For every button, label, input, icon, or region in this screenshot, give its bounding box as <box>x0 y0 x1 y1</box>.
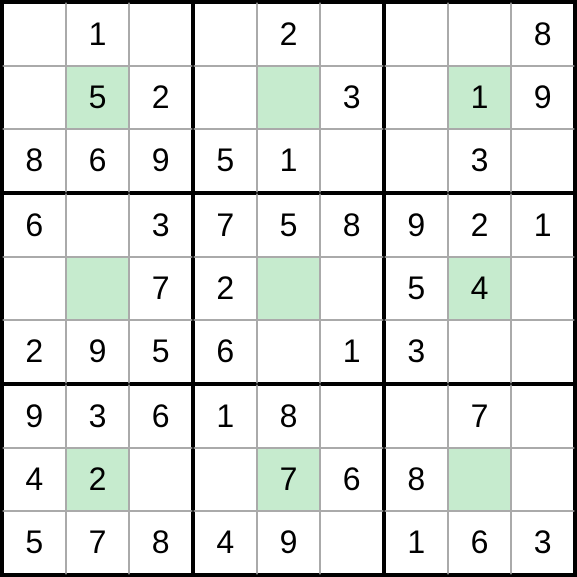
cell-r4-c0[interactable] <box>2 257 66 321</box>
cell-r2-c0[interactable]: 8 <box>2 129 66 193</box>
cell-r7-c2[interactable] <box>129 448 193 512</box>
cell-r8-c8[interactable]: 3 <box>511 511 575 575</box>
cell-r8-c0[interactable]: 5 <box>2 511 66 575</box>
cell-r5-c0[interactable]: 2 <box>2 320 66 384</box>
cell-r4-c4[interactable] <box>257 257 321 321</box>
cell-r3-c6[interactable]: 9 <box>384 193 448 257</box>
cell-r7-c5[interactable]: 6 <box>320 448 384 512</box>
cell-r8-c5[interactable] <box>320 511 384 575</box>
cell-r1-c8[interactable]: 9 <box>511 66 575 130</box>
cell-r8-c6[interactable]: 1 <box>384 511 448 575</box>
cell-r0-c3[interactable] <box>193 2 257 66</box>
cell-r1-c1[interactable]: 5 <box>66 66 130 130</box>
cell-r5-c3[interactable]: 6 <box>193 320 257 384</box>
cell-r3-c8[interactable]: 1 <box>511 193 575 257</box>
cell-r4-c5[interactable] <box>320 257 384 321</box>
sudoku-board: 1285231986951363758921725429561393618742… <box>0 0 577 577</box>
cell-r3-c4[interactable]: 5 <box>257 193 321 257</box>
cell-r2-c1[interactable]: 6 <box>66 129 130 193</box>
cell-r2-c7[interactable]: 3 <box>448 129 512 193</box>
cell-r2-c8[interactable] <box>511 129 575 193</box>
cell-r3-c3[interactable]: 7 <box>193 193 257 257</box>
cell-r7-c4[interactable]: 7 <box>257 448 321 512</box>
cell-r8-c1[interactable]: 7 <box>66 511 130 575</box>
cell-r4-c7[interactable]: 4 <box>448 257 512 321</box>
cell-r7-c8[interactable] <box>511 448 575 512</box>
cell-r1-c3[interactable] <box>193 66 257 130</box>
cell-r8-c7[interactable]: 6 <box>448 511 512 575</box>
cell-r4-c1[interactable] <box>66 257 130 321</box>
cell-r5-c8[interactable] <box>511 320 575 384</box>
cell-r2-c2[interactable]: 9 <box>129 129 193 193</box>
cell-r3-c5[interactable]: 8 <box>320 193 384 257</box>
cell-r2-c4[interactable]: 1 <box>257 129 321 193</box>
cell-r4-c2[interactable]: 7 <box>129 257 193 321</box>
cell-r6-c3[interactable]: 1 <box>193 384 257 448</box>
cell-r1-c4[interactable] <box>257 66 321 130</box>
cell-r6-c5[interactable] <box>320 384 384 448</box>
cell-r6-c6[interactable] <box>384 384 448 448</box>
cell-r7-c6[interactable]: 8 <box>384 448 448 512</box>
cell-r0-c7[interactable] <box>448 2 512 66</box>
cell-r7-c3[interactable] <box>193 448 257 512</box>
cell-r6-c7[interactable]: 7 <box>448 384 512 448</box>
cell-r8-c2[interactable]: 8 <box>129 511 193 575</box>
cell-r1-c2[interactable]: 2 <box>129 66 193 130</box>
cell-r2-c3[interactable]: 5 <box>193 129 257 193</box>
cell-r5-c5[interactable]: 1 <box>320 320 384 384</box>
cell-r2-c5[interactable] <box>320 129 384 193</box>
cell-r0-c5[interactable] <box>320 2 384 66</box>
cell-r1-c7[interactable]: 1 <box>448 66 512 130</box>
cell-r7-c1[interactable]: 2 <box>66 448 130 512</box>
cell-r0-c6[interactable] <box>384 2 448 66</box>
cell-r4-c6[interactable]: 5 <box>384 257 448 321</box>
cell-r4-c8[interactable] <box>511 257 575 321</box>
cell-r6-c0[interactable]: 9 <box>2 384 66 448</box>
cell-r4-c3[interactable]: 2 <box>193 257 257 321</box>
cell-r6-c1[interactable]: 3 <box>66 384 130 448</box>
cell-r5-c4[interactable] <box>257 320 321 384</box>
cell-r7-c0[interactable]: 4 <box>2 448 66 512</box>
cell-r5-c6[interactable]: 3 <box>384 320 448 384</box>
cell-r0-c8[interactable]: 8 <box>511 2 575 66</box>
cell-r6-c4[interactable]: 8 <box>257 384 321 448</box>
cell-r2-c6[interactable] <box>384 129 448 193</box>
cell-r0-c4[interactable]: 2 <box>257 2 321 66</box>
cell-r5-c7[interactable] <box>448 320 512 384</box>
cell-r5-c1[interactable]: 9 <box>66 320 130 384</box>
cell-r8-c4[interactable]: 9 <box>257 511 321 575</box>
cell-r5-c2[interactable]: 5 <box>129 320 193 384</box>
cell-r8-c3[interactable]: 4 <box>193 511 257 575</box>
cell-r3-c2[interactable]: 3 <box>129 193 193 257</box>
cell-r3-c0[interactable]: 6 <box>2 193 66 257</box>
cell-r0-c2[interactable] <box>129 2 193 66</box>
cell-r0-c0[interactable] <box>2 2 66 66</box>
cell-r1-c5[interactable]: 3 <box>320 66 384 130</box>
cell-r1-c0[interactable] <box>2 66 66 130</box>
cell-r0-c1[interactable]: 1 <box>66 2 130 66</box>
cell-r7-c7[interactable] <box>448 448 512 512</box>
cell-r3-c7[interactable]: 2 <box>448 193 512 257</box>
cell-r1-c6[interactable] <box>384 66 448 130</box>
cell-r6-c8[interactable] <box>511 384 575 448</box>
cell-r3-c1[interactable] <box>66 193 130 257</box>
cell-r6-c2[interactable]: 6 <box>129 384 193 448</box>
